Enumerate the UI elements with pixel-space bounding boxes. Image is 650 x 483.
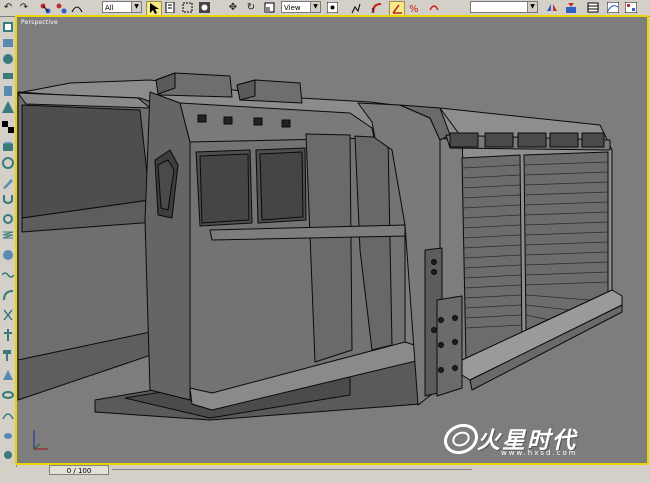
cone-icon[interactable] xyxy=(1,369,14,381)
brand-watermark: 火星时代 www.hxsd.com xyxy=(441,419,641,461)
selection-filter-value: All xyxy=(105,4,114,12)
svg-text:3: 3 xyxy=(371,8,375,14)
sphere-icon[interactable] xyxy=(1,249,14,261)
selection-filter-dropdown[interactable]: All ▼ xyxy=(102,1,142,13)
schematic-view-icon[interactable] xyxy=(624,1,638,14)
time-bar: 0 / 100 xyxy=(17,465,650,483)
layer-manager-icon[interactable] xyxy=(586,1,600,14)
rotate-icon[interactable]: ↻ xyxy=(244,1,258,14)
perspective-viewport[interactable]: Perspective 火星时代 www.hxsd.com xyxy=(15,15,649,465)
torus-icon[interactable] xyxy=(1,389,14,401)
hierarchy-icon[interactable] xyxy=(1,53,14,65)
named-selection-sets-dropdown[interactable]: ▼ xyxy=(470,1,538,13)
rect-region-icon[interactable] xyxy=(180,1,194,14)
chevron-down-icon: ▼ xyxy=(527,2,537,12)
select-by-name-icon[interactable] xyxy=(163,1,177,14)
checker-icon[interactable] xyxy=(1,121,14,133)
locomotive-model xyxy=(17,72,623,450)
path-icon[interactable] xyxy=(1,409,14,421)
select-object-icon[interactable] xyxy=(146,1,162,16)
gear-icon[interactable] xyxy=(1,213,14,225)
hammer-icon[interactable] xyxy=(1,349,14,361)
viewport-label[interactable]: Perspective xyxy=(21,19,58,26)
utilities-icon[interactable] xyxy=(1,101,14,113)
bind-spacewarp-icon[interactable] xyxy=(70,1,84,14)
percent-snap-icon[interactable]: % xyxy=(408,1,422,14)
redo-icon[interactable]: ↷ xyxy=(17,1,31,14)
chevron-down-icon: ▼ xyxy=(131,2,141,12)
pivot-icon[interactable] xyxy=(325,1,339,14)
unlink-icon[interactable] xyxy=(54,1,68,14)
motion-icon[interactable] xyxy=(1,69,14,81)
undo-icon[interactable]: ↶ xyxy=(1,1,15,14)
chevron-down-icon: ▼ xyxy=(310,2,320,12)
reference-coord-value: View xyxy=(284,4,301,12)
reference-coord-dropdown[interactable]: View ▼ xyxy=(281,1,321,13)
twist-icon[interactable] xyxy=(1,309,14,321)
move-icon[interactable]: ✥ xyxy=(226,1,240,14)
timeline-track[interactable] xyxy=(112,469,472,470)
tube-icon[interactable] xyxy=(1,157,14,169)
render-icon[interactable] xyxy=(1,449,14,461)
spinner-snap-icon[interactable] xyxy=(427,1,441,14)
mirror-icon[interactable] xyxy=(545,1,559,14)
scale-icon[interactable] xyxy=(262,1,276,14)
snap-3d-icon[interactable]: 3 xyxy=(370,1,384,14)
svg-text:%: % xyxy=(409,4,419,13)
angle-snap-icon[interactable] xyxy=(389,1,405,16)
modify-icon[interactable] xyxy=(1,37,14,49)
frame-counter: 0 / 100 xyxy=(66,467,92,475)
left-toolbar xyxy=(0,17,17,467)
select-manipulate-icon[interactable] xyxy=(348,1,362,14)
time-slider[interactable]: 0 / 100 xyxy=(49,465,109,475)
wave-icon[interactable] xyxy=(1,269,14,281)
bend-icon[interactable] xyxy=(1,289,14,301)
pencil-icon[interactable] xyxy=(1,177,14,189)
spring-icon[interactable] xyxy=(1,229,14,241)
teapot-icon[interactable] xyxy=(1,429,14,441)
align-icon[interactable] xyxy=(564,1,578,14)
create-icon[interactable] xyxy=(1,21,14,33)
brand-url: www.hxsd.com xyxy=(501,449,578,457)
magnet-icon[interactable] xyxy=(1,193,14,205)
curve-editor-icon[interactable] xyxy=(606,1,620,14)
main-toolbar: ↶ ↷ All ▼ ✥ ↻ View ▼ 3 % ▼ xyxy=(0,0,650,17)
brand-logo-icon xyxy=(443,423,479,455)
display-icon[interactable] xyxy=(1,85,14,97)
window-crossing-icon[interactable] xyxy=(197,1,211,14)
cylinder-icon[interactable] xyxy=(1,141,14,153)
select-link-icon[interactable] xyxy=(38,1,52,14)
bone-icon[interactable] xyxy=(1,329,14,341)
